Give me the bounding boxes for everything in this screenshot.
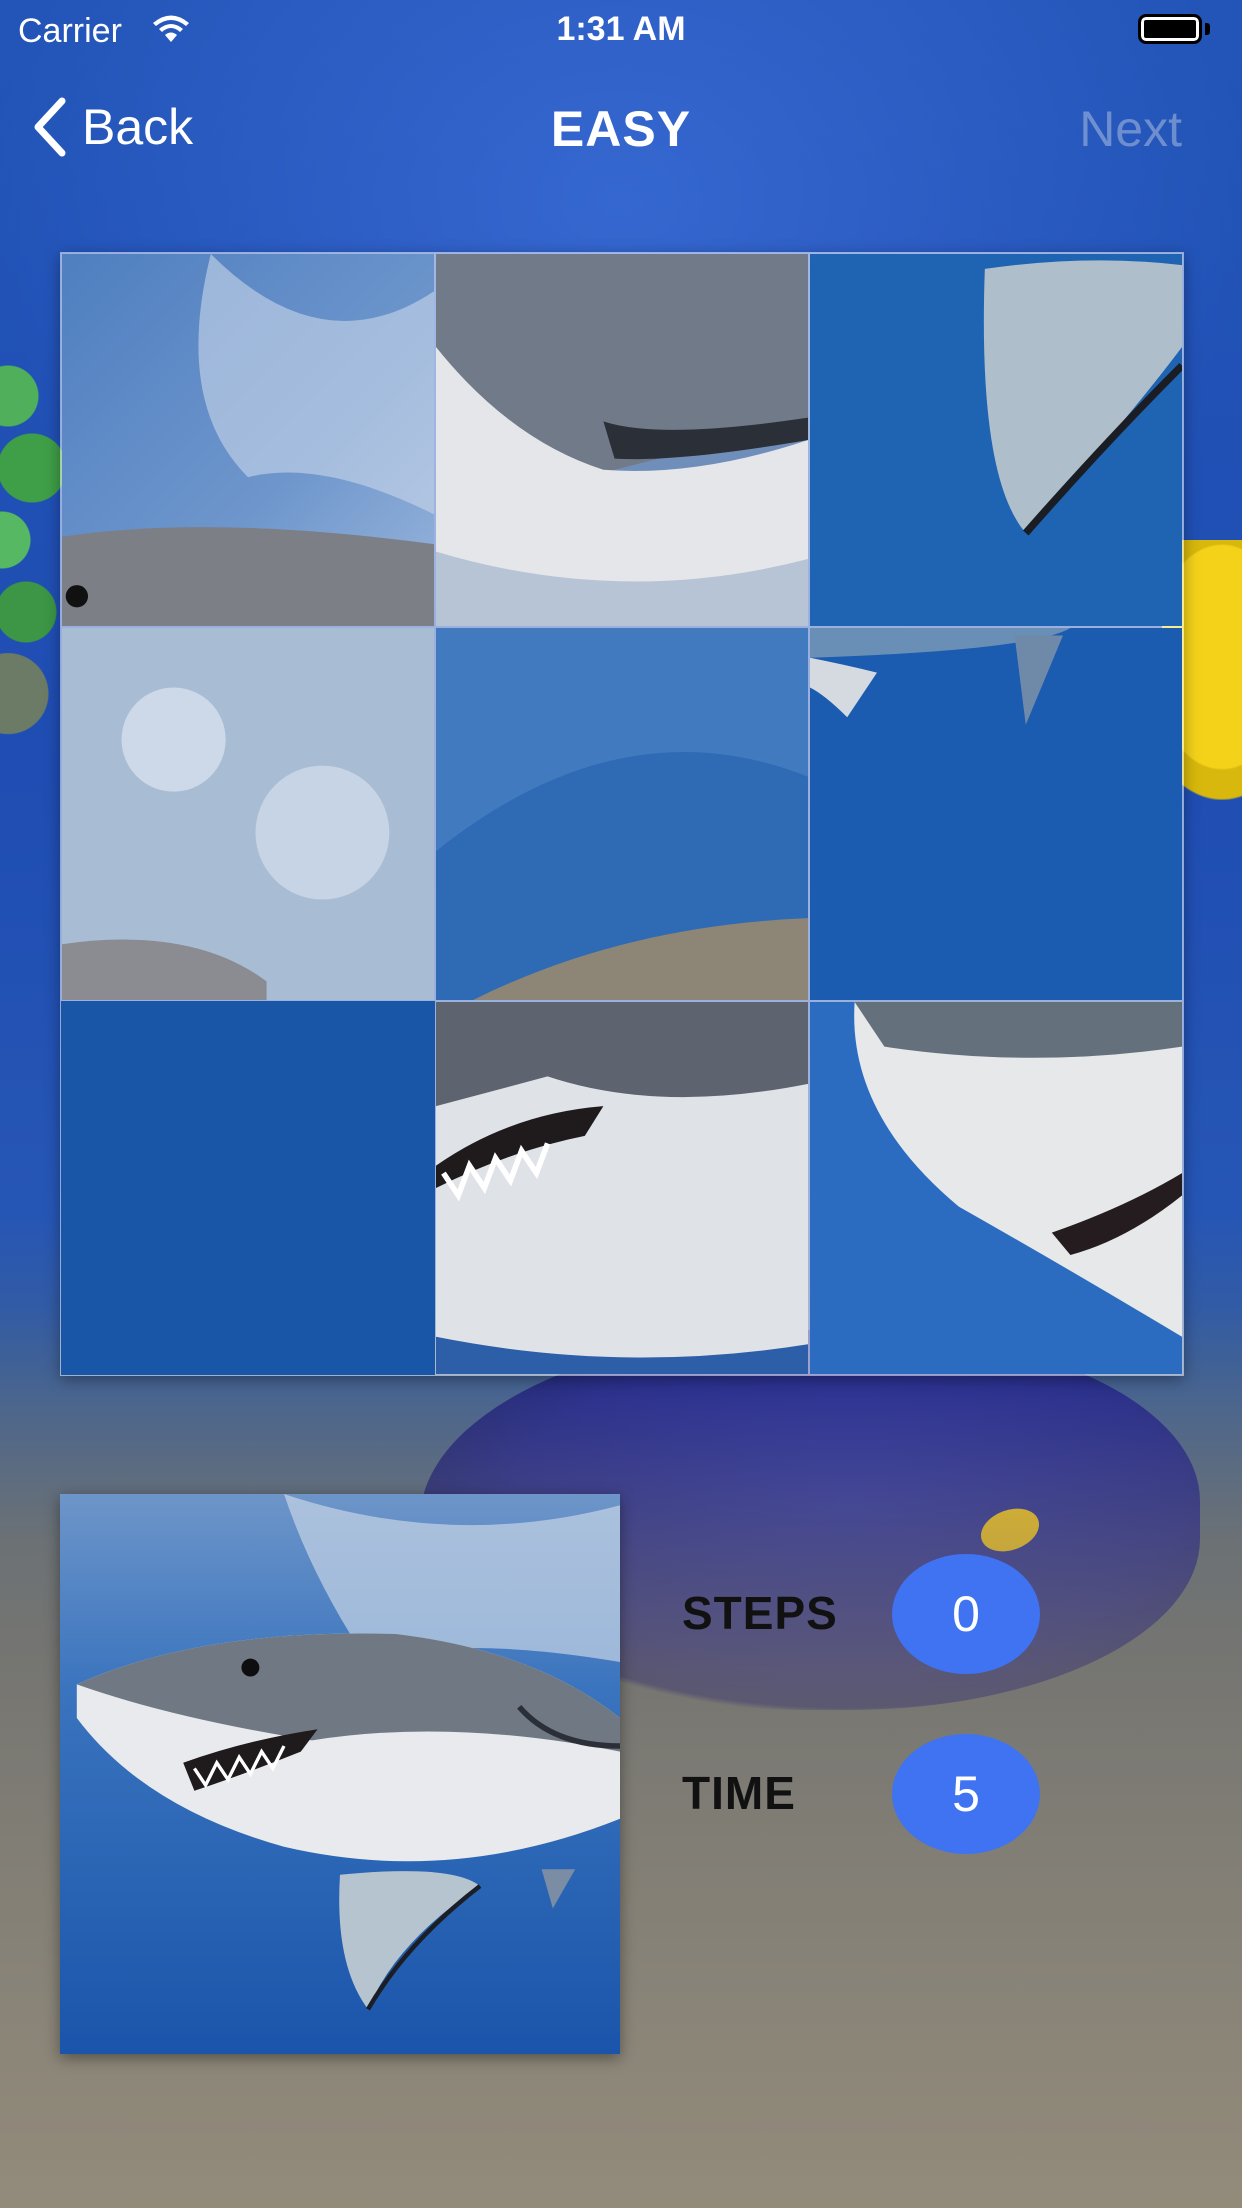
puzzle-board	[60, 252, 1184, 1376]
shark-illustration	[60, 1494, 620, 2054]
puzzle-empty-slot[interactable]	[61, 1001, 435, 1375]
puzzle-tile-8[interactable]	[435, 1001, 809, 1375]
status-clock: 1:31 AM	[556, 10, 686, 48]
preview-image	[60, 1494, 620, 2054]
page-title: EASY	[550, 101, 692, 157]
navigation-bar: Back EASY Next	[0, 70, 1242, 180]
puzzle-tile-4[interactable]	[61, 627, 435, 1001]
next-button[interactable]: Next	[1079, 100, 1182, 158]
time-label: TIME	[682, 1767, 796, 1819]
steps-label: STEPS	[682, 1587, 838, 1639]
puzzle-tile-5[interactable]	[435, 627, 809, 1001]
puzzle-tile-9[interactable]	[809, 1001, 1183, 1375]
steps-counter-badge: 0	[892, 1554, 1040, 1674]
puzzle-tile-3[interactable]	[809, 253, 1183, 627]
status-bar: Carrier 1:31 AM	[0, 0, 1242, 60]
puzzle-tile-1[interactable]	[61, 253, 435, 627]
puzzle-tile-2[interactable]	[435, 253, 809, 627]
battery-icon	[1138, 14, 1210, 44]
puzzle-tile-6[interactable]	[809, 627, 1183, 1001]
time-counter-badge: 5	[892, 1734, 1040, 1854]
